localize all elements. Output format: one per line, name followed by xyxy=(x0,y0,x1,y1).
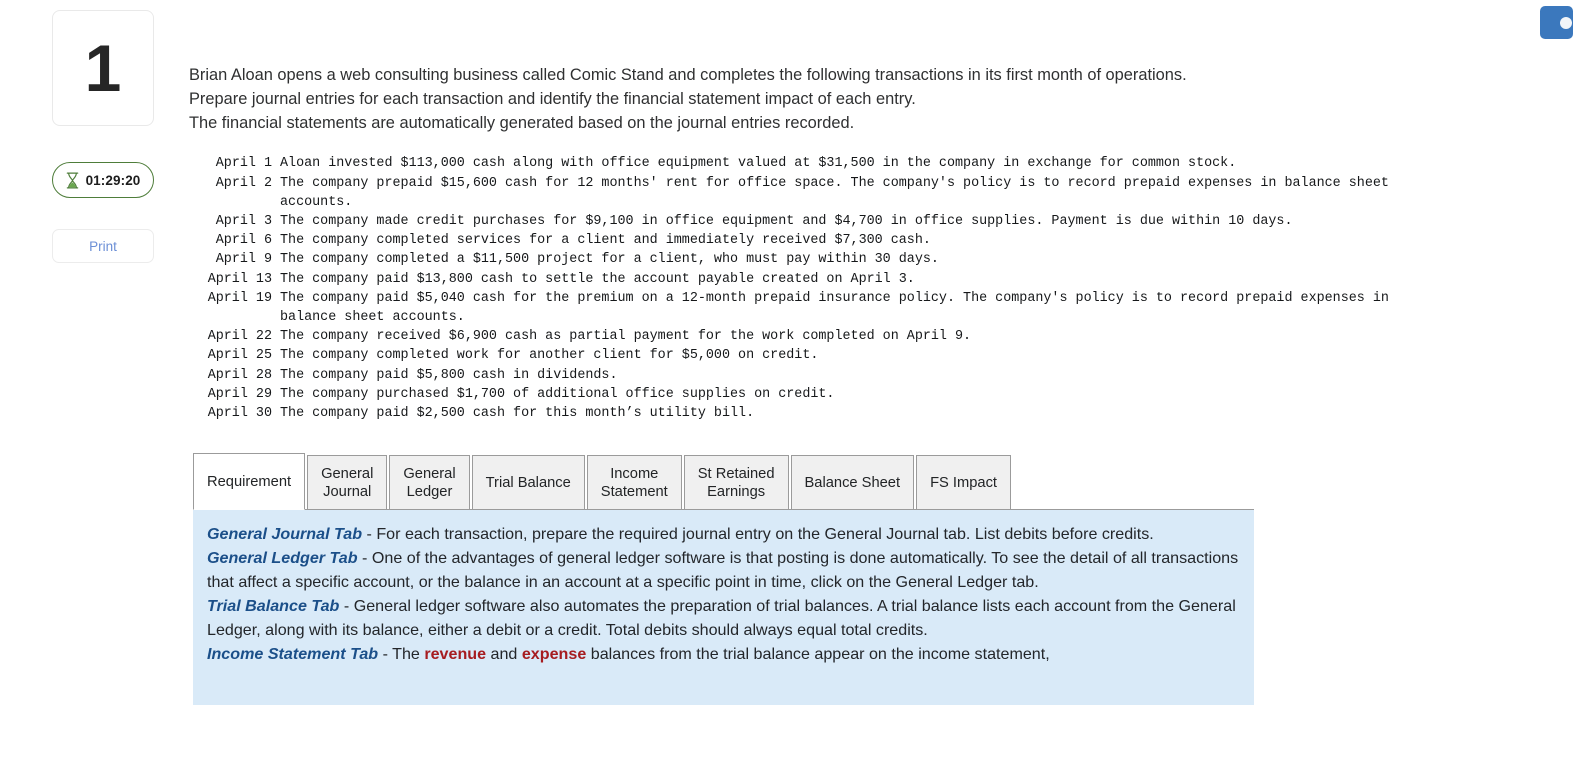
print-button[interactable]: Print xyxy=(52,229,154,263)
transaction-description: The company completed a $11,500 project … xyxy=(280,252,939,268)
transaction-date: April 19 xyxy=(207,290,272,306)
intro-line-1: Brian Aloan opens a web consulting busin… xyxy=(189,66,1187,84)
instruction-block: General Ledger Tab - One of the advantag… xyxy=(207,546,1240,594)
transaction-row: April 25 The company completed work for a… xyxy=(191,346,1529,365)
transaction-row: April 1 Aloan invested $113,000 cash alon… xyxy=(191,154,1529,173)
question-number-card: 1 xyxy=(52,10,154,126)
transaction-description: The company made credit purchases for $9… xyxy=(280,214,1293,229)
instruction-block-title: General Ledger Tab xyxy=(207,549,358,568)
question-number: 1 xyxy=(84,31,122,105)
requirement-instructions-panel: General Journal Tab - For each transacti… xyxy=(193,509,1254,706)
instruction-block-title: General Journal Tab xyxy=(207,525,363,544)
main-content: Brian Aloan opens a web consulting busin… xyxy=(189,0,1529,706)
instruction-block: Income Statement Tab - The revenue and e… xyxy=(207,642,1240,666)
tab-fs-impact[interactable]: FS Impact xyxy=(916,455,1011,511)
instruction-block-body: - One of the advantages of general ledge… xyxy=(207,549,1239,592)
instruction-block-body: balances from the trial balance appear o… xyxy=(586,645,1050,664)
transaction-row: April 3 The company made credit purchases… xyxy=(191,212,1529,231)
transaction-description: The company completed work for another c… xyxy=(280,348,819,364)
tab-general-journal[interactable]: General Journal xyxy=(307,455,388,511)
intro-line-3: The financial statements are automatical… xyxy=(189,113,855,132)
instruction-highlight-revenue: revenue xyxy=(424,645,487,664)
tab-st-retained-earnings[interactable]: St Retained Earnings xyxy=(683,455,789,511)
transaction-date: April 28 xyxy=(207,367,272,383)
instruction-highlight-expense: expense xyxy=(521,645,587,664)
tab-general-ledger[interactable]: General Ledger xyxy=(389,455,470,511)
instruction-block: General Journal Tab - For each transacti… xyxy=(207,522,1240,546)
transaction-date: April 13 xyxy=(207,271,272,287)
transaction-date: April 25 xyxy=(207,348,272,364)
transaction-row: April 2 The company prepaid $15,600 cash … xyxy=(191,174,1529,212)
transaction-description: The company completed services for a cli… xyxy=(280,233,931,249)
instruction-block: Trial Balance Tab - General ledger softw… xyxy=(207,594,1240,642)
instruction-block-body: - General ledger software also automates… xyxy=(207,597,1236,640)
transaction-row: April 28 The company paid $5,800 cash in … xyxy=(191,366,1529,385)
tab-requirement[interactable]: Requirement xyxy=(193,453,306,511)
transaction-date: April 9 xyxy=(215,252,272,268)
transaction-row: April 19 The company paid $5,040 cash for… xyxy=(191,289,1529,327)
transaction-date: April 1 xyxy=(215,156,272,172)
feedback-tab-icon[interactable] xyxy=(1540,6,1573,39)
transaction-description: Aloan invested $113,000 cash along with … xyxy=(280,156,1237,172)
transaction-date: April 6 xyxy=(215,233,272,249)
instruction-block-title: Income Statement Tab xyxy=(207,645,379,664)
transaction-description: The company prepaid $15,600 cash for 12 … xyxy=(280,175,1389,210)
transaction-date: April 2 xyxy=(215,175,272,191)
transaction-date: April 22 xyxy=(207,329,272,345)
transaction-date: April 3 xyxy=(215,214,272,229)
tab-balance-sheet[interactable]: Balance Sheet xyxy=(790,455,915,511)
instruction-block-body: and xyxy=(486,645,522,664)
transaction-date: April 29 xyxy=(207,386,272,402)
tab-income-statement[interactable]: Income Statement xyxy=(586,455,682,511)
transaction-list: April 1 Aloan invested $113,000 cash alon… xyxy=(191,154,1529,423)
timer-value: 01:29:20 xyxy=(85,172,141,188)
transaction-row: April 9 The company completed a $11,500 p… xyxy=(191,250,1529,269)
instruction-block-body: - The xyxy=(378,645,425,664)
hourglass-icon xyxy=(66,171,78,189)
print-button-label: Print xyxy=(89,238,117,254)
instruction-block-body: - For each transaction, prepare the requ… xyxy=(362,525,1154,544)
tab-trial-balance[interactable]: Trial Balance xyxy=(471,455,585,511)
intro-text: Brian Aloan opens a web consulting busin… xyxy=(189,64,1301,135)
transaction-description: The company paid $13,800 cash to settle … xyxy=(280,271,915,287)
transaction-row: April 13 The company paid $13,800 cash to… xyxy=(191,270,1529,289)
feedback-tab-glyph xyxy=(1560,17,1572,29)
tab-bar: Requirement General Journal General Ledger… xyxy=(193,453,1529,511)
transaction-date: April 30 xyxy=(207,406,272,422)
exercise-page: 1 01:29:20 Print Brian Aloan opens a web… xyxy=(0,0,1573,759)
timer-badge: 01:29:20 xyxy=(52,162,154,198)
left-rail: 1 01:29:20 Print xyxy=(52,10,154,263)
intro-line-2: Prepare journal entries for each transac… xyxy=(189,89,916,108)
transaction-description: The company paid $2,500 cash for this mo… xyxy=(280,406,755,422)
transaction-description: The company purchased $1,700 of addition… xyxy=(280,386,835,402)
transaction-description: The company paid $5,040 cash for the pre… xyxy=(280,290,1389,326)
transaction-description: The company paid $5,800 cash in dividend… xyxy=(280,367,618,383)
transaction-row: April 30 The company paid $2,500 cash for… xyxy=(191,404,1529,423)
transaction-row: April 22 The company received $6,900 cash… xyxy=(191,327,1529,346)
transaction-row: April 6 The company completed services fo… xyxy=(191,231,1529,250)
transaction-row: April 29 The company purchased $1,700 of … xyxy=(191,385,1529,404)
instruction-block-title: Trial Balance Tab xyxy=(207,597,340,616)
transaction-description: The company received $6,900 cash as part… xyxy=(280,329,972,345)
